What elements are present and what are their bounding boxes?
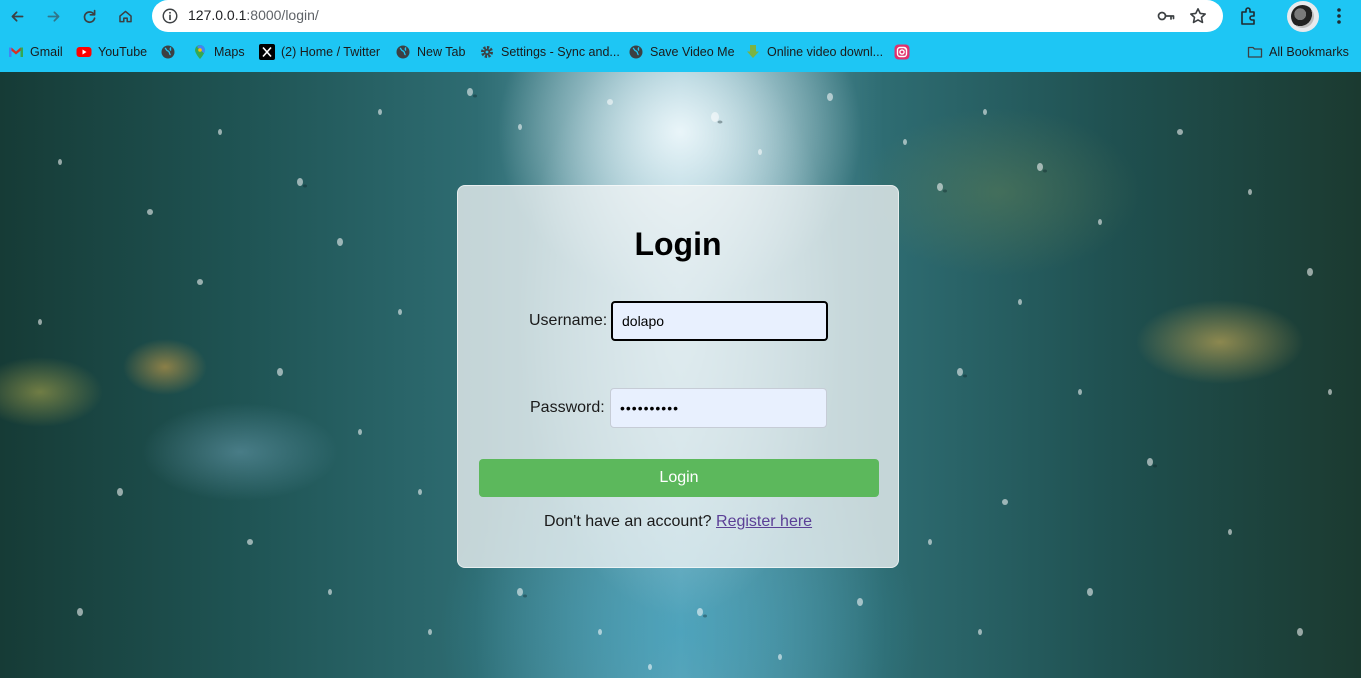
login-title: Login [634,226,722,262]
globe-icon [160,44,176,60]
instagram-icon [894,44,910,60]
home-icon [118,10,132,22]
gear-icon [479,44,495,60]
username-label: Username: [529,312,608,329]
bookmark-label: Settings - Sync and... [501,45,620,59]
url-text[interactable]: 127.0.0.1:8000/login/ [188,7,319,23]
bookmark-youtube[interactable]: YouTube [76,36,147,68]
bookmark-star-icon[interactable] [1188,6,1208,26]
youtube-icon [76,44,92,60]
bookmark-video-downloader[interactable]: Online video downl... [745,36,883,68]
all-bookmarks-label: All Bookmarks [1269,45,1349,59]
kebab-menu-icon[interactable] [1330,6,1348,26]
bookmark-new-tab[interactable]: New Tab [395,36,465,68]
register-link[interactable]: Register here [716,513,812,530]
download-icon [745,44,761,60]
gmail-icon [8,44,24,60]
password-label: Password: [530,399,605,416]
password-key-icon[interactable] [1156,6,1176,26]
bookmark-save-video[interactable]: Save Video Me [628,36,735,68]
bookmark-label: Save Video Me [650,45,735,59]
maps-icon [192,44,208,60]
register-prompt: Don't have an account? Register here [458,513,898,531]
globe-icon [628,44,644,60]
bookmark-maps[interactable]: Maps [192,36,245,68]
login-card: Login Username: Password: Login Don't ha… [457,185,899,568]
login-button[interactable]: Login [479,459,879,497]
bookmark-twitter[interactable]: (2) Home / Twitter [259,36,380,68]
arrow-right-icon [47,10,59,22]
all-bookmarks[interactable]: All Bookmarks [1247,36,1349,68]
x-icon [259,44,275,60]
bookmark-globe[interactable] [160,36,182,68]
arrow-left-icon [11,10,23,22]
bookmark-label: (2) Home / Twitter [281,45,381,59]
bookmark-settings[interactable]: Settings - Sync and... [479,36,620,68]
url-host: 127.0.0.1 [188,7,247,23]
reload-icon [83,9,95,23]
bookmark-label: Online video downl... [767,45,884,59]
browser-chrome: 127.0.0.1:8000/login/ Gmail YouTube Maps… [0,0,1361,72]
address-bar[interactable]: 127.0.0.1:8000/login/ [152,0,1223,32]
browser-toolbar: 127.0.0.1:8000/login/ [0,0,1361,33]
back-button[interactable] [4,4,30,28]
bookmark-label: Maps [214,45,245,59]
bookmark-gmail[interactable]: Gmail [8,36,63,68]
globe-icon [395,44,411,60]
bookmark-instagram[interactable] [894,36,916,68]
extensions-puzzle-icon[interactable] [1238,5,1260,27]
bookmarks-bar: Gmail YouTube Maps (2) Home / Twitter Ne… [0,36,1361,68]
profile-avatar[interactable] [1287,1,1319,32]
home-button[interactable] [112,4,138,28]
bookmark-label: Gmail [30,45,63,59]
url-path: :8000/login/ [246,7,319,23]
reload-button[interactable] [76,4,102,28]
password-input[interactable] [610,388,827,428]
register-prompt-text: Don't have an account? [543,513,712,530]
site-info-icon[interactable] [160,6,180,26]
bookmark-label: YouTube [98,45,148,59]
folder-icon [1247,44,1263,60]
bookmark-label: New Tab [417,45,466,59]
username-input[interactable] [611,301,828,341]
forward-button[interactable] [40,4,66,28]
page-background: Login Username: Password: Login Don't ha… [0,72,1361,678]
